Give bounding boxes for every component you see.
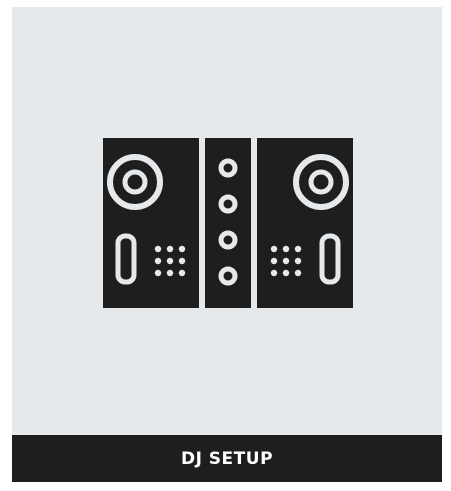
right-button-grid-icon bbox=[270, 245, 302, 277]
left-deck bbox=[103, 138, 199, 308]
dj-controller-icon bbox=[103, 138, 353, 308]
right-deck bbox=[257, 138, 353, 308]
card-caption: DJ SETUP bbox=[180, 448, 274, 469]
left-button-grid-icon bbox=[154, 245, 186, 277]
dj-setup-card[interactable]: DJ SETUP bbox=[12, 7, 442, 482]
caption-bar: DJ SETUP bbox=[12, 435, 442, 482]
mixer bbox=[205, 138, 251, 308]
